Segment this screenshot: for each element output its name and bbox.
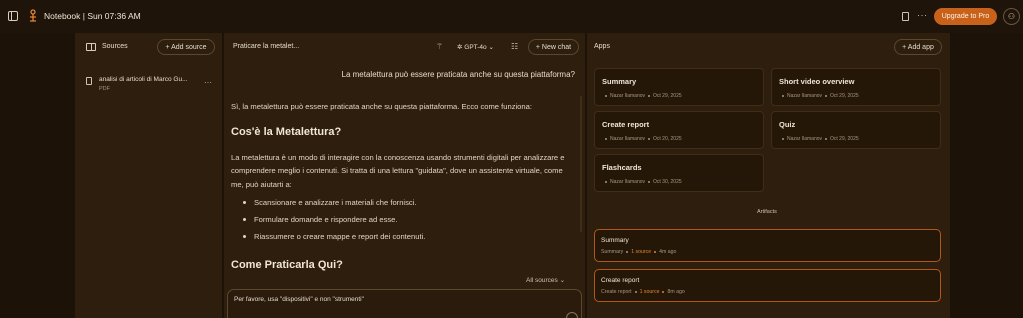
model-select[interactable]: ✲ GPT-4o ⌄ bbox=[457, 43, 494, 51]
artifacts-label: Artifacts bbox=[757, 209, 777, 215]
app-card-title: Short video overview bbox=[779, 77, 855, 86]
sources-header: Sources + Add source bbox=[75, 33, 222, 61]
more-icon[interactable]: ··· bbox=[917, 10, 928, 20]
magic-wand-icon[interactable]: ⚚ bbox=[436, 42, 443, 51]
app-card-meta: Nazar Ilamanov Oct 29, 2025 bbox=[602, 93, 682, 99]
app-card-summary[interactable]: Summary Nazar Ilamanov Oct 29, 2025 bbox=[594, 68, 764, 106]
list-item: Scansionare e analizzare i materiali che… bbox=[243, 196, 425, 213]
document-icon[interactable] bbox=[902, 12, 909, 21]
chat-title[interactable]: Praticare la metalet... bbox=[233, 43, 299, 50]
source-more-icon[interactable]: ··· bbox=[204, 78, 212, 87]
add-source-button[interactable]: + Add source bbox=[157, 39, 215, 55]
source-name: analisi di articoli di Marco Gu... bbox=[99, 76, 188, 83]
user-message: La metalettura può essere praticata anch… bbox=[341, 70, 575, 79]
chat-header: Praticare la metalet... ⚚ ✲ GPT-4o ⌄ ☷ +… bbox=[224, 33, 585, 61]
artifact-create-report[interactable]: Create report Create report 1 source 8m ag… bbox=[594, 269, 941, 302]
list-item: Formulare domande e rispondere ad esse. bbox=[243, 213, 425, 230]
app-card-title: Flashcards bbox=[602, 163, 642, 172]
source-type: PDF bbox=[99, 86, 110, 92]
artifact-summary[interactable]: Summary Summary 1 source 4m ago bbox=[594, 229, 941, 262]
app-card-title: Quiz bbox=[779, 120, 796, 129]
artifact-meta: Summary 1 source 4m ago bbox=[601, 249, 677, 255]
source-item[interactable]: analisi di articoli di Marco Gu... PDF ·… bbox=[86, 75, 216, 97]
answer-heading-2: Come Praticarla Qui? bbox=[231, 259, 343, 271]
all-sources-select[interactable]: All sources ⌄ bbox=[526, 276, 565, 284]
artifact-title: Create report bbox=[601, 277, 640, 284]
app-card-meta: Nazar Ilamanov Oct 29, 2025 bbox=[779, 136, 859, 142]
sidebar-toggle-icon[interactable] bbox=[8, 11, 18, 21]
apps-title: Apps bbox=[594, 43, 610, 50]
new-chat-button[interactable]: + New chat bbox=[528, 39, 579, 55]
sources-title: Sources bbox=[102, 43, 128, 50]
apps-panel: Apps + Add app Summary Nazar Ilamanov Oct… bbox=[587, 33, 950, 318]
chat-input[interactable]: Per favore, usa "dispositivi" e non "str… bbox=[227, 289, 582, 318]
apps-header: Apps + Add app bbox=[587, 33, 950, 61]
file-icon bbox=[86, 77, 92, 85]
app-card-title: Create report bbox=[602, 120, 650, 129]
answer-heading-1: Cos'è la Metalettura? bbox=[231, 126, 342, 138]
chat-input-value: Per favore, usa "dispositivi" e non "str… bbox=[234, 296, 364, 303]
answer-paragraph: La metalettura è un modo di interagire c… bbox=[231, 153, 565, 189]
model-name: GPT-4o bbox=[464, 44, 487, 51]
app-card-title: Summary bbox=[602, 77, 637, 86]
send-button[interactable] bbox=[566, 312, 578, 318]
upgrade-button[interactable]: Upgrade to Pro bbox=[934, 8, 997, 25]
sources-panel: Sources + Add source analisi di articoli… bbox=[75, 33, 222, 318]
chat-panel: Praticare la metalet... ⚚ ✲ GPT-4o ⌄ ☷ +… bbox=[224, 33, 585, 318]
all-sources-label: All sources bbox=[526, 277, 558, 284]
top-bar: Notebook | Sun 07:36 AM ··· Upgrade to P… bbox=[0, 0, 1023, 33]
app-card-flashcards[interactable]: Flashcards Nazar Ilamanov Oct 30, 2025 bbox=[594, 154, 764, 192]
app-card-quiz[interactable]: Quiz Nazar Ilamanov Oct 29, 2025 bbox=[771, 111, 941, 149]
history-icon[interactable]: ☷ bbox=[511, 42, 518, 51]
answer-intro: Sì, la metalettura può essere praticata … bbox=[231, 102, 532, 111]
app-card-create-report[interactable]: Create report Nazar Ilamanov Oct 20, 2025 bbox=[594, 111, 764, 149]
app-card-short-video[interactable]: Short video overview Nazar Ilamanov Oct 2… bbox=[771, 68, 941, 106]
notebook-title: Notebook | Sun 07:36 AM bbox=[44, 11, 141, 21]
chat-scrollbar[interactable] bbox=[580, 96, 582, 232]
chevron-down-icon: ⌄ bbox=[486, 44, 494, 51]
artifact-meta: Create report 1 source 8m ago bbox=[601, 289, 685, 295]
notebook-logo-icon bbox=[30, 9, 36, 22]
artifact-title: Summary bbox=[601, 237, 629, 244]
app-card-meta: Nazar Ilamanov Oct 30, 2025 bbox=[602, 179, 682, 185]
app-card-meta: Nazar Ilamanov Oct 20, 2025 bbox=[602, 136, 682, 142]
app-card-meta: Nazar Ilamanov Oct 29, 2025 bbox=[779, 93, 859, 99]
chevron-down-icon: ⌄ bbox=[559, 277, 566, 284]
answer-bullet-list: Scansionare e analizzare i materiali che… bbox=[243, 196, 425, 247]
list-item: Riassumere o creare mappe e report dei c… bbox=[243, 230, 425, 247]
account-icon[interactable]: ⚇ bbox=[1003, 8, 1020, 25]
book-icon bbox=[86, 43, 96, 51]
add-app-button[interactable]: + Add app bbox=[894, 39, 942, 55]
